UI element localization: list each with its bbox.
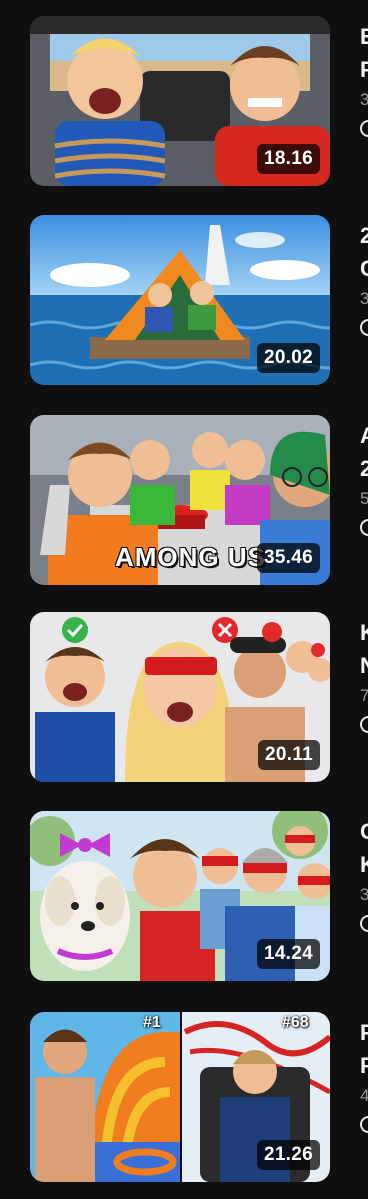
video-duration: 14.24 bbox=[256, 939, 320, 969]
video-thumbnail[interactable]: AMONG US 35.46 bbox=[30, 415, 330, 585]
video-title: A bbox=[360, 423, 368, 448]
globe-icon bbox=[360, 319, 368, 336]
video-subtitle: 4 bbox=[360, 1086, 368, 1105]
video-subtitle: 3 bbox=[360, 90, 368, 109]
video-meta: K N 7 bbox=[360, 616, 368, 733]
video-title-line2: C bbox=[360, 256, 368, 281]
video-item[interactable]: 20.11 K N 7 bbox=[0, 612, 368, 782]
video-meta: 2 C 3 bbox=[360, 219, 368, 336]
globe-icon bbox=[360, 716, 368, 733]
video-item[interactable]: 14.24 C K 3 bbox=[0, 811, 368, 981]
video-thumbnail[interactable]: 18.16 bbox=[30, 16, 330, 186]
video-meta: F F 4 bbox=[360, 1016, 368, 1133]
video-thumbnail[interactable]: 20.11 bbox=[30, 612, 330, 782]
video-subtitle: 5 bbox=[360, 489, 368, 508]
globe-icon bbox=[360, 519, 368, 536]
video-meta: E P 3 bbox=[360, 20, 368, 137]
video-thumbnail[interactable]: 20.02 bbox=[30, 215, 330, 385]
video-subtitle: 3 bbox=[360, 289, 368, 308]
among-us-logo: AMONG US bbox=[115, 542, 266, 572]
rank-badge-left: #1 bbox=[143, 1014, 161, 1031]
video-title: 2 bbox=[360, 223, 368, 248]
video-meta: C K 3 bbox=[360, 815, 368, 932]
video-duration: 20.02 bbox=[256, 343, 320, 373]
video-item[interactable]: #1 #68 21.26 F F 4 bbox=[0, 1012, 368, 1182]
video-duration: 20.11 bbox=[258, 740, 320, 770]
video-item[interactable]: AMONG US 35.46 A 2 5 bbox=[0, 415, 368, 585]
video-title-line2: P bbox=[360, 57, 368, 82]
video-thumbnail[interactable]: 14.24 bbox=[30, 811, 330, 981]
video-subtitle: 3 bbox=[360, 885, 368, 904]
globe-icon bbox=[360, 915, 368, 932]
video-item[interactable]: 20.02 2 C 3 bbox=[0, 215, 368, 385]
video-duration: 18.16 bbox=[256, 144, 320, 174]
video-title: F bbox=[360, 1020, 368, 1045]
video-title-line2: 2 bbox=[360, 456, 368, 481]
video-thumbnail[interactable]: #1 #68 21.26 bbox=[30, 1012, 330, 1182]
video-title: C bbox=[360, 819, 368, 844]
video-title: E bbox=[360, 24, 368, 49]
globe-icon bbox=[360, 1116, 368, 1133]
video-duration: 35.46 bbox=[256, 543, 320, 573]
video-title-line2: N bbox=[360, 653, 368, 678]
video-meta: A 2 5 bbox=[360, 419, 368, 536]
video-title: K bbox=[360, 620, 368, 645]
rank-badge-right: #68 bbox=[282, 1014, 309, 1031]
video-duration: 21.26 bbox=[256, 1140, 320, 1170]
video-title-line2: K bbox=[360, 852, 368, 877]
video-item[interactable]: 18.16 E P 3 bbox=[0, 16, 368, 186]
globe-icon bbox=[360, 120, 368, 137]
video-title-line2: F bbox=[360, 1053, 368, 1078]
video-subtitle: 7 bbox=[360, 686, 368, 705]
